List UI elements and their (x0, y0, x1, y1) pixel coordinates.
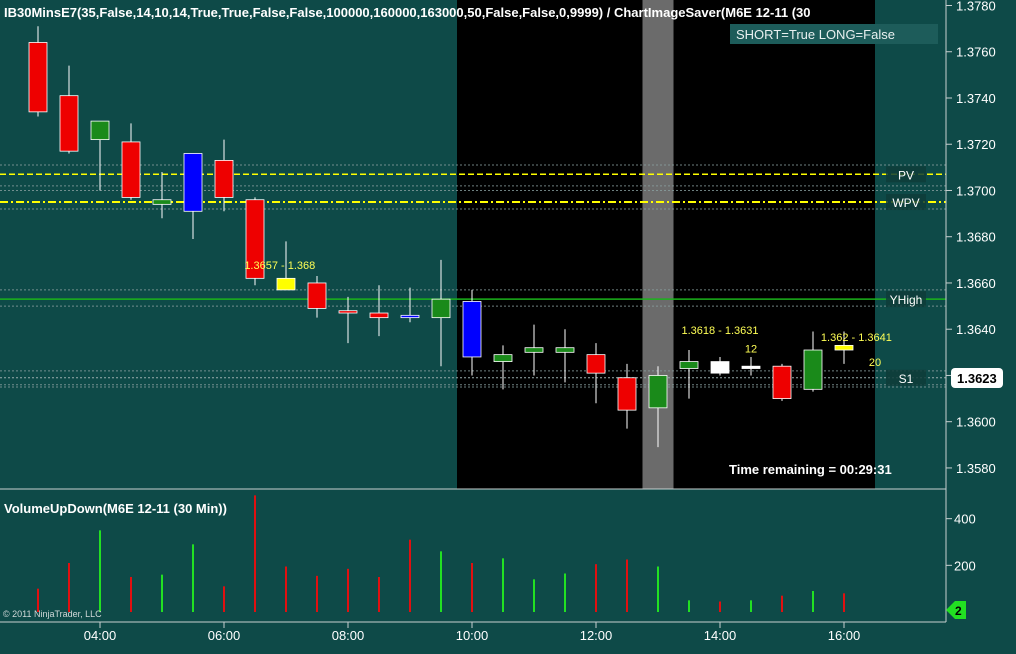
time-tick-label: 08:00 (332, 628, 365, 643)
chart-title: IB30MinsE7(35,False,14,10,14,True,True,F… (4, 5, 811, 20)
price-tick-label: 1.3680 (956, 230, 996, 245)
level-label-s1: S1 (899, 372, 914, 386)
level-label-wpv: WPV (892, 196, 919, 210)
status-box-text: SHORT=True LONG=False (736, 27, 895, 42)
time-tick-label: 12:00 (580, 628, 613, 643)
candle-body (648, 375, 668, 409)
chart-canvas: PV WPV YHigh S1 1.3657 - 1.368 1.3618 - 1.36… (0, 0, 1016, 654)
candle-body (152, 199, 172, 205)
candle-body (586, 354, 606, 374)
price-tick-label: 1.3640 (956, 322, 996, 337)
candle-body (90, 120, 110, 141)
price-annotation: 12 (745, 343, 757, 355)
time-remaining: Time remaining = 00:29:31 (729, 462, 892, 477)
candle-body (369, 312, 389, 319)
candle-body (431, 298, 451, 319)
candle-body (59, 95, 79, 152)
candle-body (307, 282, 327, 309)
price-tick-label: 1.3600 (956, 415, 996, 430)
price-tick-label: 1.3760 (956, 45, 996, 60)
volume-title: VolumeUpDown(M6E 12-11 (30 Min)) (4, 501, 227, 516)
candle-body (524, 347, 544, 353)
candle-body (338, 310, 358, 314)
volume-marker-label: 2 (955, 604, 962, 618)
volume-tick-label: 200 (954, 558, 976, 573)
price-tick-label: 1.3660 (956, 276, 996, 291)
price-tick-label: 1.3700 (956, 183, 996, 198)
time-tick-label: 16:00 (828, 628, 861, 643)
price-tick-label: 1.3740 (956, 91, 996, 106)
candle-body (617, 377, 637, 411)
last-price-label: 1.3623 (957, 371, 997, 386)
candle-body (183, 153, 203, 212)
level-label-pv: PV (898, 168, 914, 182)
candle-body (276, 277, 296, 291)
volume-tick-label: 400 (954, 512, 976, 527)
session-shades (457, 0, 875, 489)
time-tick-label: 10:00 (456, 628, 489, 643)
price-tick-label: 1.3720 (956, 137, 996, 152)
candle-body (121, 141, 141, 198)
candle-body (462, 301, 482, 358)
price-tick-label: 1.3580 (956, 461, 996, 476)
candle-body (772, 365, 792, 399)
candle-body (741, 365, 761, 369)
candle-body (400, 314, 420, 319)
price-annotation: 1.3618 - 1.3631 (681, 325, 758, 337)
price-tick-label: 1.3780 (956, 0, 996, 14)
copyright: © 2011 NinjaTrader, LLC (3, 609, 102, 619)
candle-body (28, 42, 48, 113)
candle-body (803, 349, 823, 390)
level-label-yhigh: YHigh (890, 293, 923, 307)
candle-body (710, 361, 730, 374)
price-annotation: 1.3657 - 1.368 (244, 260, 315, 272)
candle-body (679, 361, 699, 369)
time-tick-label: 06:00 (208, 628, 241, 643)
candle-body (834, 344, 854, 351)
candle-body (493, 354, 513, 362)
price-annotation: 1.362 - 1.3641 (821, 332, 892, 344)
time-tick-label: 14:00 (704, 628, 737, 643)
time-tick-label: 04:00 (84, 628, 117, 643)
price-annotation: 20 (869, 357, 881, 369)
candle-body (555, 347, 575, 353)
candle-body (214, 160, 234, 198)
